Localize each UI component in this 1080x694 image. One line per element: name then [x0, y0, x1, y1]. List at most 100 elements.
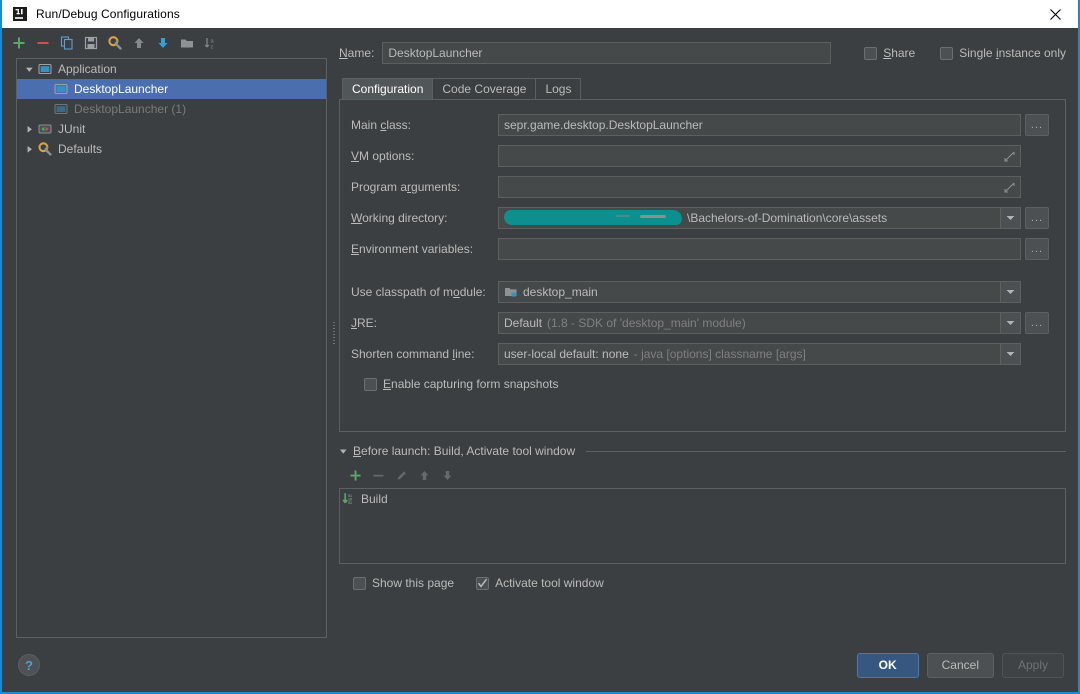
name-input[interactable]: DesktopLauncher — [382, 42, 832, 64]
show-this-page-checkbox-box — [353, 576, 366, 590]
module-value-wrap: desktop_main — [504, 285, 598, 299]
working-directory-value: \Bachelors-of-Domination\core\assets — [687, 211, 888, 225]
shorten-command-line-label: Shorten command line: — [351, 347, 475, 361]
help-question-icon[interactable]: ? — [18, 654, 40, 676]
share-checkbox[interactable]: Share — [864, 46, 915, 60]
working-directory-input[interactable]: \Bachelors-of-Domination\core\assets — [498, 207, 1021, 229]
vm-options-label: VM options: — [351, 149, 415, 163]
tree-node-label: DesktopLauncher (1) — [74, 102, 187, 116]
main-class-input[interactable]: sepr.game.desktop.DesktopLauncher — [498, 114, 1021, 136]
vm-options-row: VM options: — [351, 145, 1049, 167]
working-directory-dropdown-chevron-down-icon[interactable] — [1000, 208, 1020, 228]
cancel-button[interactable]: Cancel — [926, 652, 994, 678]
tab-code-coverage[interactable]: Code Coverage — [432, 78, 537, 99]
jre-browse-label: ... — [1030, 317, 1044, 329]
before-launch-task-row[interactable]: 01 10 01 Build — [340, 489, 1065, 509]
tree-node-desktoplauncher[interactable]: DesktopLauncher — [17, 79, 326, 99]
save-configuration-button[interactable] — [80, 32, 102, 54]
enable-form-snapshots-row: Enable capturing form snapshots — [364, 377, 1049, 391]
module-icon — [504, 285, 518, 299]
tab-code-coverage-label: Code Coverage — [442, 82, 527, 96]
expand-diagonal-icon[interactable] — [1003, 150, 1015, 162]
tree-node-label: DesktopLauncher — [74, 82, 169, 96]
remove-before-launch-task-button[interactable] — [368, 465, 388, 485]
move-up-button[interactable] — [128, 32, 150, 54]
tree-node-desktoplauncher-1[interactable]: DesktopLauncher (1) — [17, 99, 326, 119]
before-launch-section: Before launch: Build, Activate tool wind… — [339, 442, 1066, 590]
ok-button-label: OK — [878, 658, 897, 672]
panel-splitter[interactable] — [330, 28, 337, 638]
close-icon[interactable] — [1032, 0, 1078, 28]
shorten-command-line-combo[interactable]: user-local default: none - java [options… — [498, 343, 1021, 365]
tree-node-label: Application — [58, 62, 117, 76]
build-compile-icon: 01 10 01 — [342, 492, 356, 506]
run-debug-configurations-dialog: Run/Debug Configurations a z Application… — [0, 0, 1080, 694]
shorten-command-line-value: user-local default: none — [504, 347, 629, 361]
add-before-launch-task-button[interactable] — [345, 465, 365, 485]
vm-options-input[interactable] — [498, 145, 1021, 167]
use-classpath-of-module-combo[interactable]: desktop_main — [498, 281, 1021, 303]
jre-browse-button[interactable]: ... — [1025, 312, 1049, 334]
window-title: Run/Debug Configurations — [36, 7, 180, 21]
program-arguments-label: Program arguments: — [351, 180, 461, 194]
before-launch-options: Show this page Activate tool window — [339, 576, 1066, 590]
triangle-down-icon[interactable] — [339, 447, 348, 456]
tree-node-application[interactable]: Application — [17, 59, 326, 79]
sort-configurations-button[interactable]: a z — [200, 32, 222, 54]
tab-logs[interactable]: Logs — [535, 78, 582, 99]
show-this-page-checkbox[interactable]: Show this page — [353, 576, 454, 590]
jre-dropdown-chevron-down-icon[interactable] — [1000, 313, 1020, 333]
jre-row: JRE: Default (1.8 - SDK of 'desktop_main… — [351, 312, 1049, 334]
environment-variables-input[interactable] — [498, 238, 1021, 260]
triangle-right-icon[interactable] — [21, 121, 37, 137]
ok-button[interactable]: OK — [856, 652, 919, 678]
activate-tool-window-checkbox[interactable]: Activate tool window — [476, 576, 604, 590]
share-checkbox-box — [864, 46, 878, 60]
move-task-down-button[interactable] — [437, 465, 457, 485]
dialog-action-buttons: OK Cancel Apply — [856, 652, 1064, 678]
activate-tool-window-label: Activate tool window — [495, 576, 604, 590]
before-launch-header[interactable]: Before launch: Build, Activate tool wind… — [339, 442, 1066, 460]
single-instance-checkbox-label: Single instance only — [959, 46, 1066, 60]
window-titlebar: Run/Debug Configurations — [2, 0, 1078, 28]
working-directory-browse-button[interactable]: ... — [1025, 207, 1049, 229]
move-task-up-button[interactable] — [414, 465, 434, 485]
copy-configuration-button[interactable] — [56, 32, 78, 54]
use-classpath-of-module-value: desktop_main — [523, 285, 598, 299]
remove-configuration-button[interactable] — [32, 32, 54, 54]
module-dropdown-chevron-down-icon[interactable] — [1000, 282, 1020, 302]
environment-variables-browse-button[interactable]: ... — [1025, 238, 1049, 260]
before-launch-task-list[interactable]: 01 10 01 Build — [339, 488, 1066, 564]
tree-node-junit[interactable]: JUnit — [17, 119, 326, 139]
shorten-command-line-dropdown-chevron-down-icon[interactable] — [1000, 344, 1020, 364]
triangle-down-icon[interactable] — [21, 61, 37, 77]
edit-defaults-button[interactable] — [104, 32, 126, 54]
jre-combo[interactable]: Default (1.8 - SDK of 'desktop_main' mod… — [498, 312, 1021, 334]
apply-button[interactable]: Apply — [1002, 652, 1064, 678]
configurations-tree[interactable]: Application DesktopLauncher DesktopLaunche… — [16, 58, 327, 638]
main-class-browse-button[interactable]: ... — [1025, 114, 1049, 136]
tree-node-label: JUnit — [58, 122, 86, 136]
expand-diagonal-icon[interactable] — [1003, 181, 1015, 193]
triangle-right-icon[interactable] — [21, 141, 37, 157]
tab-configuration-label: Configuration — [352, 82, 424, 96]
jre-label: JRE: — [351, 316, 378, 330]
tree-node-defaults[interactable]: Defaults — [17, 139, 326, 159]
create-folder-button[interactable] — [176, 32, 198, 54]
enable-form-snapshots-checkbox[interactable]: Enable capturing form snapshots — [364, 377, 558, 391]
application-icon — [53, 101, 69, 117]
tab-configuration[interactable]: Configuration — [342, 78, 434, 99]
edit-before-launch-task-button[interactable] — [391, 465, 411, 485]
add-configuration-button[interactable] — [8, 32, 30, 54]
move-down-button[interactable] — [152, 32, 174, 54]
before-launch-divider — [586, 450, 1066, 452]
single-instance-checkbox[interactable]: Single instance only — [940, 46, 1066, 60]
program-arguments-input[interactable] — [498, 176, 1021, 198]
editor-tabs: Configuration Code Coverage Logs — [339, 77, 1066, 99]
application-icon — [37, 61, 53, 77]
environment-variables-row: Environment variables: ... — [351, 238, 1049, 260]
use-classpath-of-module-label: Use classpath of module: — [351, 285, 486, 299]
jre-value: Default — [504, 316, 543, 330]
enable-form-snapshots-label: Enable capturing form snapshots — [383, 377, 559, 391]
tree-twisty-spacer — [37, 81, 53, 97]
